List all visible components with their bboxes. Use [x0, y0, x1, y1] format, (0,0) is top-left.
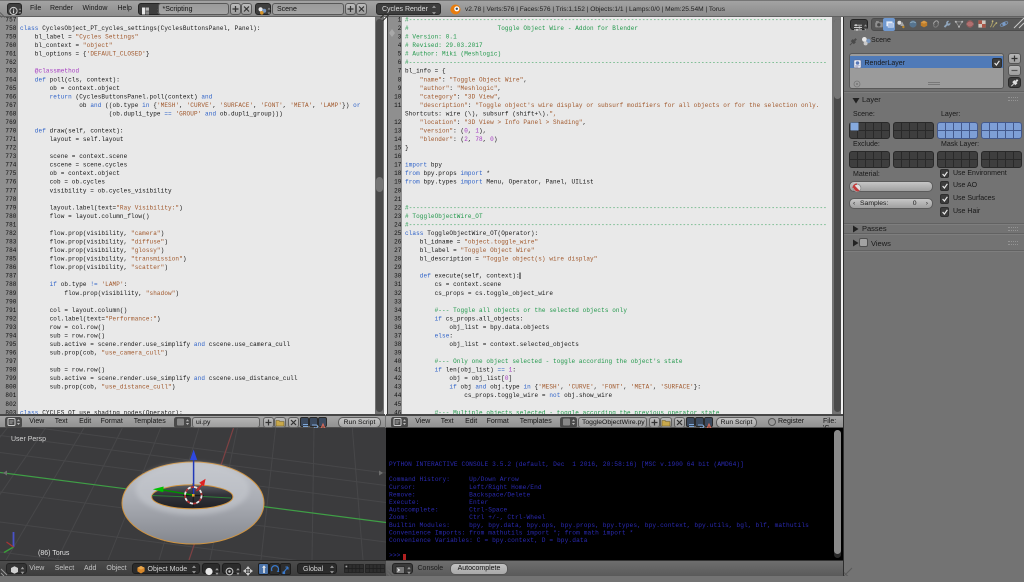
svg-text:(86) Torus: (86) Torus	[38, 550, 70, 557]
svg-text:User Persp: User Persp	[11, 436, 46, 443]
